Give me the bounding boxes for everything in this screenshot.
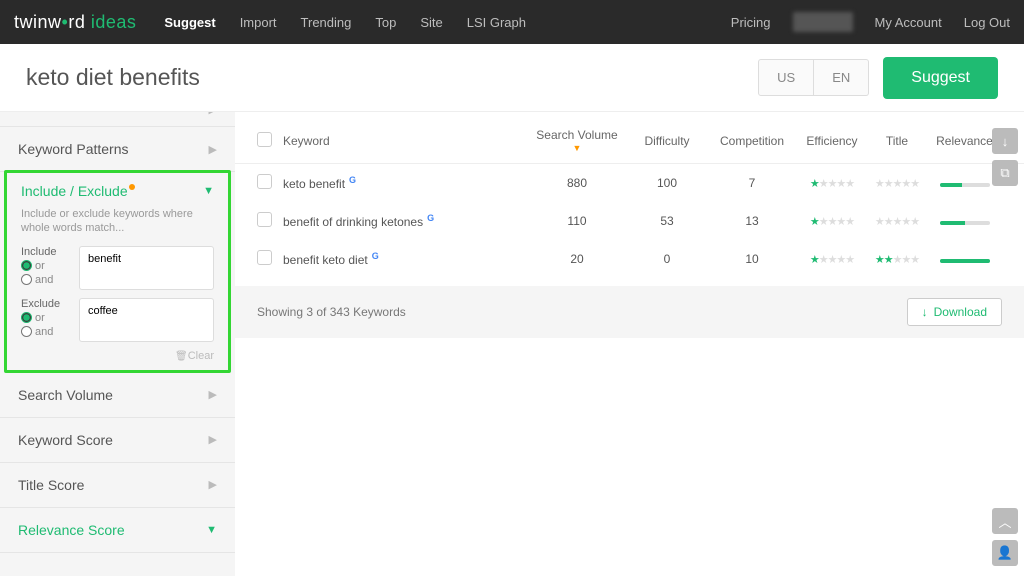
download-button[interactable]: ↓Download — [907, 298, 1002, 326]
exclude-or-radio[interactable]: or — [21, 312, 71, 324]
row-checkbox[interactable] — [257, 174, 272, 189]
include-exclude-description: Include or exclude keywords where whole … — [7, 203, 228, 246]
nav-lsi-graph[interactable]: LSI Graph — [467, 15, 526, 30]
include-input[interactable] — [79, 246, 214, 290]
filter-active-dot-icon — [129, 184, 135, 190]
diff-cell: 100 — [627, 176, 707, 190]
arrow-down-icon: ↓ — [1002, 134, 1009, 149]
results-count: Showing 3 of 343 Keywords — [257, 305, 406, 319]
comp-cell: 10 — [707, 252, 797, 266]
nav-trending[interactable]: Trending — [301, 15, 352, 30]
main-nav: Suggest Import Trending Top Site LSI Gra… — [164, 15, 526, 30]
col-competition[interactable]: Competition — [707, 134, 797, 148]
google-icon[interactable]: G — [427, 213, 434, 223]
sv-cell: 110 — [527, 214, 627, 228]
title-stars: ★★★★★ — [867, 253, 927, 266]
search-query[interactable]: keto diet benefits — [26, 64, 758, 91]
filter-sidebar: User Intent ▶ Keyword Patterns ▶ Include… — [0, 112, 235, 576]
comp-cell: 7 — [707, 176, 797, 190]
download-icon: ↓ — [922, 305, 928, 319]
panel-title-score[interactable]: Title Score▶ — [0, 463, 235, 508]
sv-cell: 880 — [527, 176, 627, 190]
chevron-right-icon: ▶ — [209, 143, 217, 156]
panel-keyword-patterns[interactable]: Keyword Patterns ▶ — [0, 127, 235, 172]
col-relevance[interactable]: Relevance — [927, 134, 1002, 148]
keyword-cell[interactable]: benefit of drinking ketonesG — [283, 213, 527, 229]
diff-cell: 53 — [627, 214, 707, 228]
chevron-up-icon: ︿ — [998, 512, 1011, 531]
efficiency-stars: ★★★★★ — [797, 253, 867, 266]
row-checkbox[interactable] — [257, 250, 272, 265]
panel-user-intent[interactable]: User Intent ▶ — [0, 112, 235, 127]
include-or-radio[interactable]: or — [21, 260, 71, 272]
select-all-checkbox[interactable] — [257, 132, 272, 147]
nav-my-account[interactable]: My Account — [875, 15, 942, 30]
top-nav: twinw•rd ideas Suggest Import Trending T… — [0, 0, 1024, 44]
sv-cell: 20 — [527, 252, 627, 266]
chevron-down-icon: ▼ — [203, 185, 214, 197]
scroll-top-button[interactable]: ︿ — [992, 508, 1018, 534]
row-checkbox[interactable] — [257, 212, 272, 227]
efficiency-stars: ★★★★★ — [797, 177, 867, 190]
table-row: benefit of drinking ketonesG1105313★★★★★… — [235, 202, 1024, 240]
copy-button[interactable]: ⧉ — [992, 160, 1018, 186]
chevron-right-icon: ▶ — [209, 388, 217, 401]
nav-top[interactable]: Top — [375, 15, 396, 30]
relevance-bar — [927, 214, 1002, 228]
copy-icon: ⧉ — [1000, 165, 1009, 181]
table-row: benefit keto dietG20010★★★★★★★★★★ — [235, 240, 1024, 278]
col-difficulty[interactable]: Difficulty — [627, 134, 707, 148]
google-icon[interactable]: G — [372, 251, 379, 261]
sort-desc-icon: ▼ — [527, 144, 627, 153]
locale-language-button[interactable]: EN — [814, 59, 869, 96]
chevron-right-icon: ▶ — [209, 112, 217, 116]
results-main: Keyword Search Volume▼ Difficulty Compet… — [235, 112, 1024, 576]
include-exclude-header[interactable]: Include / Exclude ▼ — [7, 173, 228, 203]
nav-site[interactable]: Site — [420, 15, 442, 30]
logo[interactable]: twinw•rd ideas — [14, 12, 136, 33]
relevance-bar — [927, 176, 1002, 190]
chevron-down-icon: ▼ — [206, 524, 217, 536]
exclude-and-radio[interactable]: and — [21, 326, 71, 338]
user-info-blurred — [793, 12, 853, 32]
export-down-button[interactable]: ↓ — [992, 128, 1018, 154]
google-icon[interactable]: G — [349, 175, 356, 185]
table-footer: Showing 3 of 343 Keywords ↓Download — [235, 286, 1024, 338]
diff-cell: 0 — [627, 252, 707, 266]
comp-cell: 13 — [707, 214, 797, 228]
chevron-right-icon: ▶ — [209, 478, 217, 491]
efficiency-stars: ★★★★★ — [797, 215, 867, 228]
keyword-cell[interactable]: keto benefitG — [283, 175, 527, 191]
suggest-button[interactable]: Suggest — [883, 57, 998, 99]
keyword-cell[interactable]: benefit keto dietG — [283, 251, 527, 267]
chevron-right-icon: ▶ — [209, 433, 217, 446]
include-and-radio[interactable]: and — [21, 274, 71, 286]
user-icon: 👤 — [997, 545, 1013, 561]
nav-suggest[interactable]: Suggest — [164, 15, 215, 30]
search-bar: keto diet benefits US EN Suggest — [0, 44, 1024, 112]
table-row: keto benefitG8801007★★★★★★★★★★ — [235, 164, 1024, 202]
locale-country-button[interactable]: US — [758, 59, 814, 96]
panel-relevance-score[interactable]: Relevance Score▼ — [0, 508, 235, 553]
nav-import[interactable]: Import — [240, 15, 277, 30]
relevance-bar — [927, 252, 1002, 266]
col-search-volume[interactable]: Search Volume▼ — [527, 128, 627, 153]
include-label: Include — [21, 246, 71, 258]
title-stars: ★★★★★ — [867, 215, 927, 228]
account-button[interactable]: 👤 — [992, 540, 1018, 566]
nav-pricing[interactable]: Pricing — [731, 15, 771, 30]
nav-logout[interactable]: Log Out — [964, 15, 1010, 30]
panel-search-volume[interactable]: Search Volume▶ — [0, 373, 235, 418]
panel-include-exclude: Include / Exclude ▼ Include or exclude k… — [4, 170, 231, 373]
col-keyword[interactable]: Keyword — [283, 134, 527, 148]
clear-filters-button[interactable]: 🗑Clear — [7, 350, 228, 370]
exclude-input[interactable] — [79, 298, 214, 342]
exclude-label: Exclude — [21, 298, 71, 310]
col-title[interactable]: Title — [867, 134, 927, 148]
trash-icon: 🗑 — [175, 351, 188, 362]
panel-keyword-score[interactable]: Keyword Score▶ — [0, 418, 235, 463]
col-efficiency[interactable]: Efficiency — [797, 134, 867, 148]
title-stars: ★★★★★ — [867, 177, 927, 190]
table-header: Keyword Search Volume▼ Difficulty Compet… — [235, 112, 1024, 164]
